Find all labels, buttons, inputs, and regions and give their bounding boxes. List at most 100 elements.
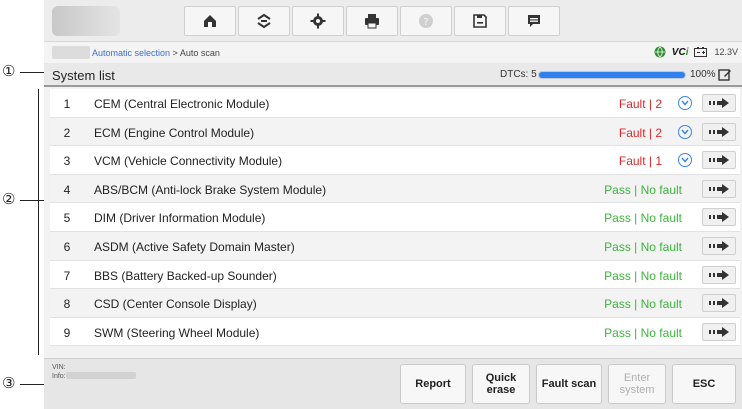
home-button[interactable]	[184, 6, 236, 36]
breadcrumb-vehicle-blurred	[52, 46, 90, 59]
system-row-name: ECM (Engine Control Module)	[94, 125, 255, 140]
vin-label: VIN:	[52, 364, 66, 371]
system-row[interactable]: 7 BBS (Battery Backed-up Sounder) Pass | N…	[50, 260, 740, 290]
system-row-status: Pass | No fault	[604, 182, 682, 197]
breadcrumb-link-automatic-selection[interactable]: Automatic selection	[92, 48, 170, 58]
system-row-status: Pass | No fault	[604, 239, 682, 254]
system-row[interactable]: 5 DIM (Driver Information Module) Pass | N…	[50, 203, 740, 232]
fault-scan-button[interactable]: Fault scan	[536, 364, 602, 404]
vehicle-swap-button[interactable]	[238, 6, 290, 36]
system-row-name: CEM (Central Electronic Module)	[94, 97, 270, 111]
arrow-right-icon	[709, 126, 729, 137]
breadcrumb: Automatic selection > Auto scan	[92, 48, 220, 58]
system-row-number: 1	[63, 97, 71, 111]
messages-button[interactable]	[508, 6, 560, 36]
system-row-status: Fault | 1	[618, 154, 662, 169]
scan-screen: ? Automatic selection > Auto scan VCi 12…	[44, 0, 742, 409]
system-row-number: 2	[63, 125, 71, 140]
system-list: 1 CEM (Central Electronic Module) Fault | …	[50, 89, 740, 347]
vci-status: VCi	[671, 46, 689, 58]
system-row[interactable]: 1 CEM (Central Electronic Module) Fault | …	[50, 89, 740, 118]
system-list-header: System list DTCs: 5 100%	[44, 63, 742, 87]
edit-icon[interactable]	[718, 68, 732, 82]
arrow-right-icon	[709, 98, 729, 108]
gear-icon	[310, 13, 326, 29]
system-row[interactable]: 8 CSD (Center Console Display) Pass | No f…	[50, 289, 740, 318]
system-row-name: CSD (Center Console Display)	[94, 297, 257, 312]
vehicle-info-blurred	[66, 372, 136, 379]
system-row-number: 8	[63, 297, 71, 312]
save-icon	[473, 14, 487, 28]
system-row-number: 9	[63, 325, 71, 340]
screen: ① ② ③ ? Automatic selection > Auto scan …	[0, 0, 742, 409]
arrow-right-icon	[709, 155, 729, 166]
help-button[interactable]: ?	[400, 6, 452, 36]
printer-icon	[365, 14, 379, 29]
system-row-number: 5	[63, 211, 71, 226]
system-row-number: 6	[63, 239, 71, 254]
system-row-number: 3	[63, 154, 71, 169]
system-row[interactable]: 4 ABS/BCM (Anti-lock Brake System Module)…	[50, 174, 740, 204]
system-row[interactable]: 2 ECM (Engine Control Module) Fault | 2	[50, 117, 740, 147]
system-row-name: SWM (Steering Wheel Module)	[94, 325, 260, 340]
esc-button[interactable]: ESC	[672, 364, 736, 404]
enter-system-row-button[interactable]	[702, 294, 736, 313]
enter-system-row-button[interactable]	[702, 322, 736, 341]
quick-erase-button[interactable]: Quick erase	[472, 364, 530, 404]
vehicle-info: VIN: Info:	[52, 363, 66, 381]
scan-progress-fill	[539, 72, 685, 78]
callout-2-line	[20, 200, 44, 201]
status-icons: VCi 12.3V	[654, 46, 738, 58]
chevron-down-icon[interactable]	[678, 124, 692, 139]
enter-system-row-button[interactable]	[702, 208, 736, 227]
top-toolbar: ?	[44, 0, 742, 42]
scan-progress-bar	[538, 71, 686, 79]
enter-system-label-2: system	[619, 384, 655, 396]
system-row-name: VCM (Vehicle Connectivity Module)	[94, 154, 283, 169]
callout-3-line	[20, 384, 44, 385]
system-row-status: Pass | No fault	[604, 325, 682, 340]
quick-erase-label-2: erase	[486, 384, 516, 396]
breadcrumb-separator: >	[170, 48, 180, 58]
system-row[interactable]: 3 VCM (Vehicle Connectivity Module) Fault …	[50, 146, 740, 175]
chevron-down-icon[interactable]	[678, 153, 692, 168]
enter-system-row-button[interactable]	[702, 265, 736, 284]
settings-button[interactable]	[292, 6, 344, 36]
report-button[interactable]: Report	[400, 364, 466, 404]
chat-icon	[528, 15, 540, 27]
print-button[interactable]	[346, 6, 398, 36]
vehicle-swap-icon	[257, 13, 271, 29]
arrow-right-icon	[709, 212, 729, 223]
system-row-number: 7	[63, 268, 71, 283]
battery-icon	[694, 47, 708, 57]
system-row[interactable]: 9 SWM (Steering Wheel Module) Pass | No fa…	[50, 317, 740, 347]
function-bar: VIN: Info: Report Quick erase Fault scan …	[44, 358, 742, 409]
arrow-right-icon	[709, 240, 729, 251]
enter-system-row-button[interactable]	[702, 179, 736, 198]
callout-2: ②	[2, 190, 16, 208]
enter-system-row-button[interactable]	[702, 151, 736, 170]
callout-3: ③	[2, 374, 16, 392]
breadcrumb-current: Auto scan	[179, 48, 220, 58]
save-button[interactable]	[454, 6, 506, 36]
system-row[interactable]: 6 ASDM (Active Safety Domain Master) Pass …	[50, 231, 740, 261]
enter-system-row-button[interactable]	[702, 236, 736, 255]
system-row-name: ASDM (Active Safety Domain Master)	[94, 239, 295, 254]
enter-system-row-button[interactable]	[702, 122, 736, 141]
system-row-name: ABS/BCM (Anti-lock Brake System Module)	[94, 182, 327, 197]
callout-1: ①	[2, 62, 16, 80]
system-row-status: Pass | No fault	[604, 211, 682, 226]
system-row-name: DIM (Driver Information Module)	[94, 211, 266, 226]
system-row-status: Pass | No fault	[604, 268, 682, 283]
chevron-down-icon[interactable]	[678, 96, 692, 110]
svg-text:?: ?	[423, 17, 428, 28]
scan-progress-percent: 100%	[690, 69, 716, 80]
vehicle-badge-blurred	[52, 6, 120, 36]
enter-system-button[interactable]: Enter system	[608, 364, 666, 404]
system-row-status: Fault | 2	[618, 97, 662, 111]
enter-system-row-button[interactable]	[702, 94, 736, 112]
system-list-title: System list	[52, 68, 115, 83]
callout-1-line	[20, 72, 44, 73]
home-icon	[204, 15, 216, 27]
system-row-name: BBS (Battery Backed-up Sounder)	[94, 268, 277, 283]
